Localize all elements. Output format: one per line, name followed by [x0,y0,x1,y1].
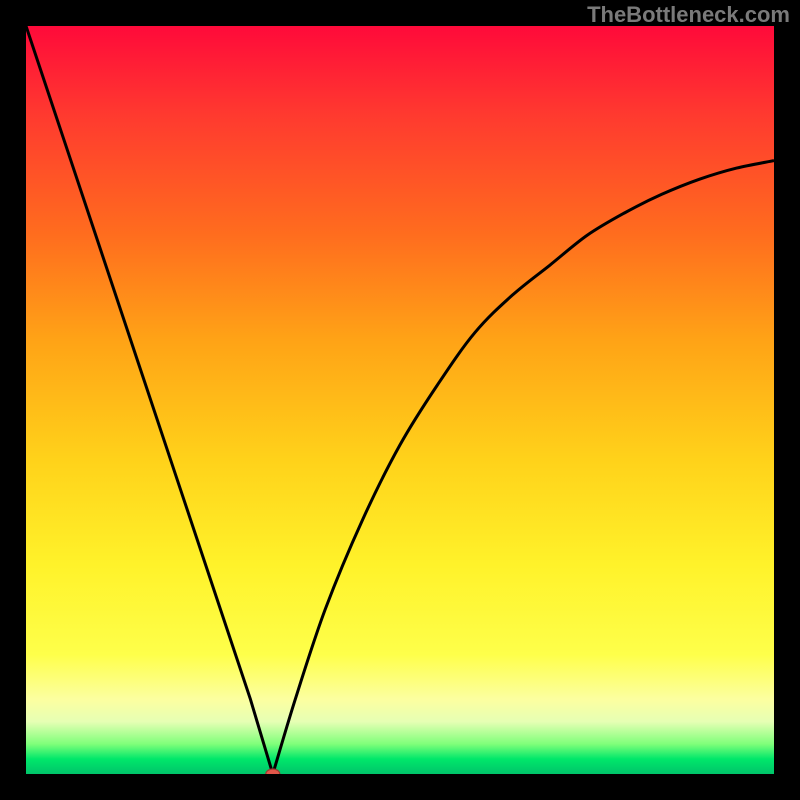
optimal-marker [266,769,280,774]
chart-frame: TheBottleneck.com [0,0,800,800]
plot-area [26,26,774,774]
bottleneck-curve [26,26,774,774]
curve-path [26,26,774,774]
watermark-text: TheBottleneck.com [587,2,790,28]
